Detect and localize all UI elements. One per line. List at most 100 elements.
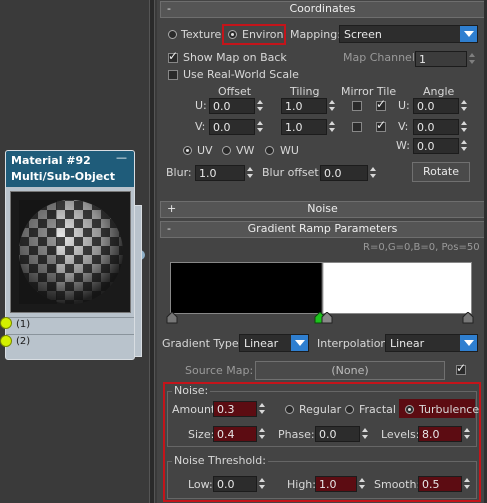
- noise-rollout-header[interactable]: + Noise: [160, 201, 485, 218]
- size-input[interactable]: 0.4: [213, 426, 265, 442]
- environ-radio[interactable]: [228, 30, 237, 39]
- use-real-world-scale-checkbox[interactable]: [168, 70, 178, 80]
- gradient-type-label: Gradient Type:: [162, 337, 243, 350]
- show-map-on-back-checkbox[interactable]: [168, 49, 178, 63]
- offset-v-value: 0.0: [213, 121, 231, 134]
- angle-header: Angle: [423, 85, 455, 98]
- node-header[interactable]: Material #92 Multi/Sub-Object —: [6, 151, 134, 187]
- spinner-icon[interactable]: [328, 120, 337, 134]
- amount-input[interactable]: 0.3: [213, 401, 265, 417]
- high-input[interactable]: 1.0: [315, 476, 365, 492]
- mirror-u-checkbox[interactable]: [352, 101, 362, 111]
- levels-input[interactable]: 8.0: [418, 426, 470, 442]
- spinner-icon[interactable]: [258, 427, 267, 441]
- spinner-icon[interactable]: [460, 120, 469, 134]
- angle-w-input[interactable]: 0.0: [413, 138, 467, 154]
- offset-u-input[interactable]: 0.0: [209, 98, 263, 114]
- spinner-icon[interactable]: [258, 402, 267, 416]
- angle-v-input[interactable]: 0.0: [413, 119, 467, 135]
- blur-offset-value: 0.0: [324, 167, 342, 180]
- tiling-v-input[interactable]: 1.0: [281, 119, 335, 135]
- spinner-icon[interactable]: [328, 99, 337, 113]
- mapping-value: Screen: [344, 28, 382, 41]
- wu-radio[interactable]: [265, 146, 274, 155]
- map-channel-input[interactable]: 1: [415, 51, 475, 67]
- spinner-icon[interactable]: [258, 477, 267, 491]
- spinner-icon[interactable]: [463, 427, 472, 441]
- chevron-down-icon[interactable]: [460, 335, 477, 351]
- angle-u-value: 0.0: [417, 100, 435, 113]
- phase-input[interactable]: 0.0: [315, 426, 368, 442]
- texture-radio[interactable]: [168, 30, 177, 39]
- vw-label: VW: [236, 144, 255, 157]
- texture-label: Texture: [181, 28, 222, 41]
- slot-1-port[interactable]: [0, 317, 12, 329]
- spinner-icon[interactable]: [358, 477, 367, 491]
- source-map-label: Source Map:: [185, 364, 254, 377]
- spinner-icon[interactable]: [246, 166, 255, 180]
- low-label: Low:: [188, 478, 213, 491]
- vw-radio[interactable]: [222, 146, 231, 155]
- material-preview: [10, 191, 131, 313]
- interpolation-dropdown[interactable]: Linear: [385, 334, 478, 352]
- regular-radio[interactable]: [285, 405, 294, 414]
- uv-radio[interactable]: [183, 146, 192, 155]
- low-input[interactable]: 0.0: [213, 476, 265, 492]
- source-map-checkbox[interactable]: [456, 361, 466, 375]
- slot-2-port[interactable]: [0, 335, 12, 347]
- source-map-button[interactable]: (None): [255, 361, 445, 380]
- spinner-icon[interactable]: [463, 477, 472, 491]
- spinner-icon[interactable]: [369, 166, 378, 180]
- spinner-icon[interactable]: [361, 427, 370, 441]
- gradient-flags[interactable]: [166, 312, 476, 324]
- angle-v-label: V:: [398, 120, 409, 133]
- chevron-down-icon[interactable]: [291, 335, 308, 351]
- node-title: Material #92: [11, 154, 91, 167]
- blur-label: Blur:: [166, 166, 192, 179]
- amount-label: Amount:: [172, 403, 219, 416]
- blur-offset-input[interactable]: 0.0: [320, 165, 376, 181]
- smooth-label: Smooth:: [374, 478, 421, 491]
- interpolation-value: Linear: [390, 337, 425, 350]
- angle-u-input[interactable]: 0.0: [413, 98, 467, 114]
- gradient-ramp[interactable]: [170, 262, 472, 314]
- angle-w-value: 0.0: [417, 140, 435, 153]
- levels-label: Levels:: [381, 428, 420, 441]
- u-label: U:: [195, 99, 207, 112]
- spinner-icon[interactable]: [256, 99, 265, 113]
- spinner-icon[interactable]: [256, 120, 265, 134]
- gradient-readout: R=0,G=0,B=0, Pos=50: [363, 242, 480, 253]
- chevron-down-icon[interactable]: [460, 26, 477, 42]
- tiling-u-input[interactable]: 1.0: [281, 98, 335, 114]
- source-map-value: (None): [331, 364, 369, 377]
- node-side-bar: [135, 205, 142, 357]
- smooth-input[interactable]: 0.5: [418, 476, 470, 492]
- mirror-v-checkbox[interactable]: [352, 122, 362, 132]
- gradient-ramp-rollout-header[interactable]: - Gradient Ramp Parameters: [160, 221, 485, 238]
- rotate-button[interactable]: Rotate: [412, 162, 470, 182]
- offset-v-input[interactable]: 0.0: [209, 119, 263, 135]
- spinner-icon[interactable]: [460, 139, 469, 153]
- spinner-icon[interactable]: [468, 52, 477, 66]
- tile-u-checkbox[interactable]: [376, 97, 386, 111]
- gradient-type-dropdown[interactable]: Linear: [239, 334, 309, 352]
- noise-threshold-label: Noise Threshold:: [172, 454, 268, 467]
- blur-input[interactable]: 1.0: [195, 165, 253, 181]
- tile-v-checkbox[interactable]: [376, 118, 386, 132]
- high-value: 1.0: [319, 478, 337, 491]
- flag-left-icon: [166, 312, 178, 324]
- fractal-radio[interactable]: [345, 405, 354, 414]
- spinner-icon[interactable]: [460, 99, 469, 113]
- noise-title: Noise: [307, 202, 338, 215]
- panel-divider[interactable]: [149, 0, 155, 503]
- coordinates-rollout-header[interactable]: - Coordinates: [160, 1, 485, 18]
- amount-value: 0.3: [217, 403, 235, 416]
- uv-label: UV: [197, 144, 213, 157]
- slot-2-label: (2): [16, 336, 31, 347]
- mapping-dropdown[interactable]: Screen: [339, 25, 478, 43]
- collapse-icon[interactable]: —: [116, 151, 127, 164]
- material-node[interactable]: Material #92 Multi/Sub-Object — (1) (2): [5, 150, 135, 360]
- turbulence-radio[interactable]: [405, 405, 414, 414]
- flag-right-icon: [462, 312, 474, 324]
- mapping-label: Mapping:: [290, 28, 341, 41]
